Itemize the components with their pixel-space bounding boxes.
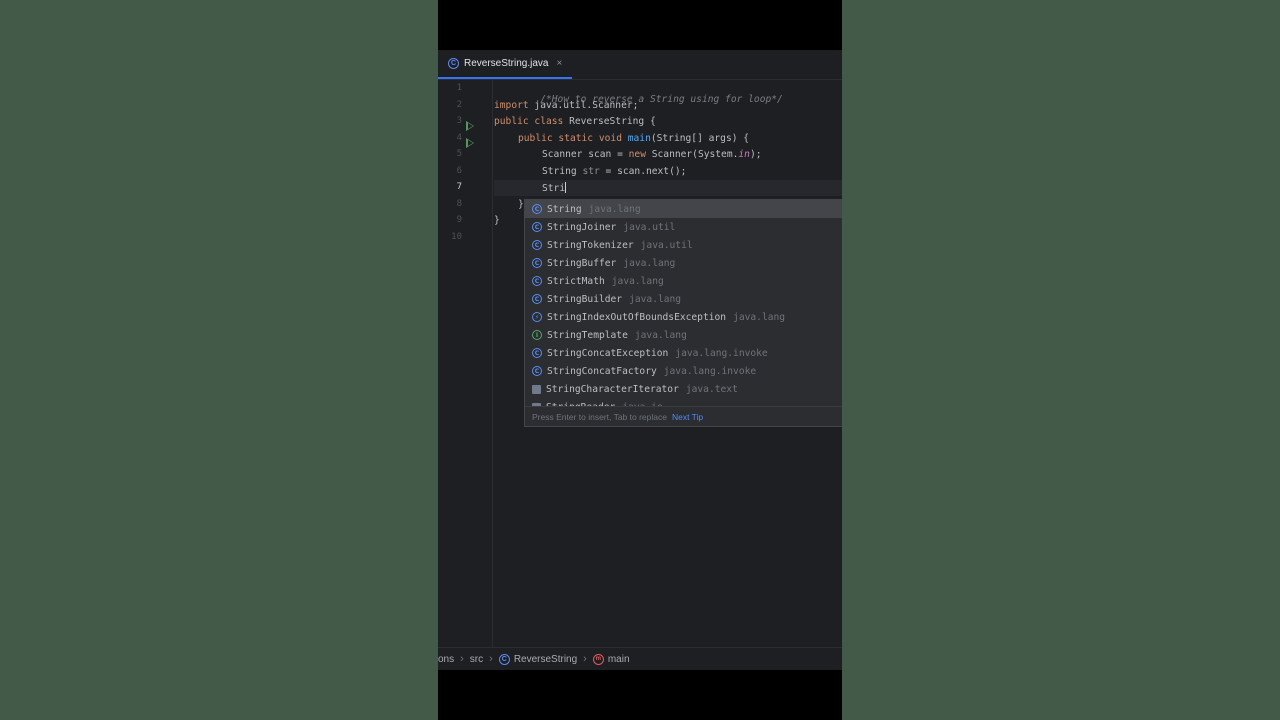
close-icon[interactable]: × bbox=[556, 58, 562, 69]
breadcrumb-separator: › bbox=[460, 653, 464, 665]
completion-item[interactable]: C StringConcatFactory java.lang.invoke bbox=[525, 362, 842, 380]
completion-item[interactable]: C StringTokenizer java.util bbox=[525, 236, 842, 254]
line-number-current: 7 bbox=[456, 182, 462, 192]
class-icon: C bbox=[532, 204, 542, 214]
code-line-8: } bbox=[518, 199, 524, 210]
breadcrumb-separator: › bbox=[489, 653, 493, 665]
completion-item[interactable]: C StrictMath java.lang bbox=[525, 272, 842, 290]
interface-icon: I bbox=[532, 330, 542, 340]
code-line-2: import java.util.Scanner; bbox=[494, 100, 639, 111]
completion-hint: Press Enter to insert, Tab to replace bbox=[532, 411, 667, 422]
code-line-9: } bbox=[494, 215, 500, 226]
line-number: 10 bbox=[451, 232, 462, 242]
code-completion-popup: C String java.lang C StringJoiner java.uti… bbox=[524, 199, 842, 427]
java-class-icon: C bbox=[498, 653, 510, 665]
run-icon[interactable] bbox=[466, 138, 474, 148]
line-number: 3 bbox=[456, 116, 462, 126]
line-number: 1 bbox=[456, 83, 462, 93]
class-icon: C bbox=[532, 348, 542, 358]
completion-item[interactable]: ⚡ StringIndexOutOfBoundsException java.la… bbox=[525, 308, 842, 326]
video-frame: C ReverseString.java × 1 2 3 4 5 6 7 8 9… bbox=[438, 0, 842, 720]
next-tip-link[interactable]: Next Tip bbox=[672, 412, 703, 422]
exception-class-icon: ⚡ bbox=[532, 312, 542, 322]
method-icon: m bbox=[592, 653, 604, 665]
ide-window: C ReverseString.java × 1 2 3 4 5 6 7 8 9… bbox=[438, 50, 842, 670]
code-line-4: public static void main(String[] args) { bbox=[518, 133, 750, 144]
completion-item[interactable]: C StringBuffer java.lang bbox=[525, 254, 842, 272]
completion-item[interactable]: I StringTemplate java.lang bbox=[525, 326, 842, 344]
completion-item[interactable]: C StringBuilder java.lang bbox=[525, 290, 842, 308]
code-line-7: Stri bbox=[542, 182, 567, 194]
completion-item[interactable]: C StringJoiner java.util bbox=[525, 218, 842, 236]
abstract-class-icon bbox=[532, 384, 541, 394]
tab-reversestring-java[interactable]: C ReverseString.java × bbox=[438, 50, 572, 79]
completion-footer: Press Enter to insert, Tab to replace Ne… bbox=[525, 406, 842, 426]
class-icon: C bbox=[532, 276, 542, 286]
breadcrumb-separator: › bbox=[583, 653, 587, 665]
breadcrumb-class[interactable]: ReverseString bbox=[514, 654, 577, 665]
completion-item[interactable]: C String java.lang bbox=[525, 200, 842, 218]
line-number: 5 bbox=[456, 149, 462, 159]
completion-item[interactable]: StringCharacterIterator java.text bbox=[525, 380, 842, 398]
line-number: 8 bbox=[456, 199, 462, 209]
completion-item[interactable]: C StringConcatException java.lang.invoke bbox=[525, 344, 842, 362]
class-icon: C bbox=[532, 240, 542, 250]
line-number: 2 bbox=[456, 100, 462, 110]
run-icon[interactable] bbox=[466, 121, 474, 131]
class-icon: C bbox=[532, 294, 542, 304]
class-icon: C bbox=[532, 366, 542, 376]
class-icon: C bbox=[532, 258, 542, 268]
java-class-icon: C bbox=[448, 58, 459, 69]
line-number: 6 bbox=[456, 166, 462, 176]
editor-tab-bar: C ReverseString.java × bbox=[438, 50, 842, 80]
breadcrumb-src[interactable]: src bbox=[470, 654, 483, 665]
line-number: 4 bbox=[456, 133, 462, 143]
line-number: 9 bbox=[456, 215, 462, 225]
tab-label: ReverseString.java bbox=[464, 58, 549, 69]
code-line-5: Scanner scan = new Scanner(System.in); bbox=[542, 149, 762, 160]
text-caret bbox=[565, 182, 567, 193]
class-icon: C bbox=[532, 222, 542, 232]
code-line-3: public class ReverseString { bbox=[494, 116, 656, 127]
breadcrumb: ons › src › C ReverseString › m main bbox=[438, 647, 842, 670]
breadcrumb-project[interactable]: ons bbox=[438, 654, 454, 665]
line-number-gutter: 1 2 3 4 5 6 7 8 9 10 bbox=[438, 80, 493, 647]
code-line-6: String str = scan.next(); bbox=[542, 166, 687, 177]
breadcrumb-method[interactable]: main bbox=[608, 654, 630, 665]
